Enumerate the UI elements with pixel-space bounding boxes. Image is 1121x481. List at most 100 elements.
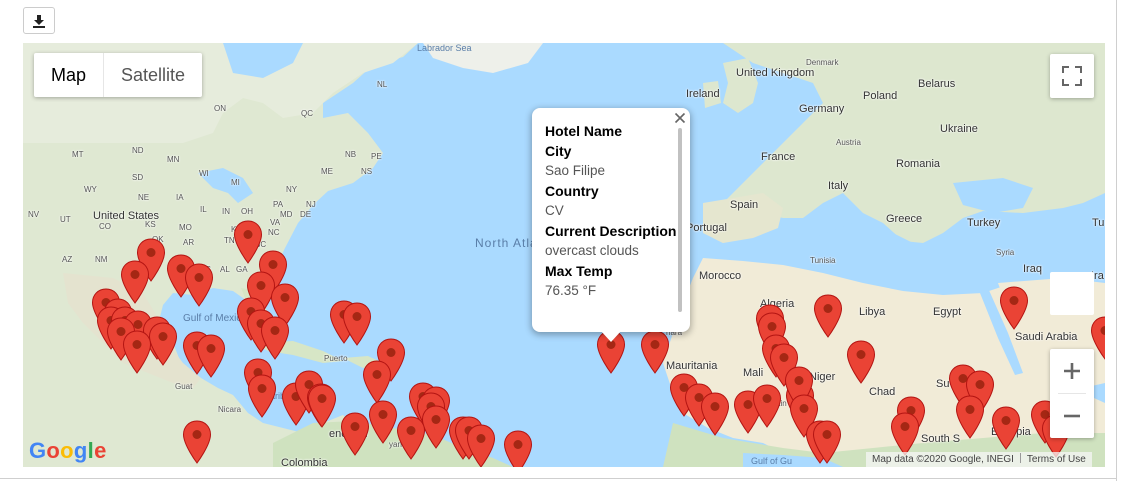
map-marker[interactable] <box>368 400 398 444</box>
map-marker[interactable] <box>196 334 226 378</box>
label-germany: Germany <box>799 103 845 115</box>
zoom-out-button[interactable] <box>1050 394 1094 438</box>
label-saudi-arabia: Saudi Arabia <box>1015 331 1078 343</box>
label-nb: NB <box>345 150 357 159</box>
map-marker[interactable] <box>700 392 730 436</box>
label-az: AZ <box>62 255 73 264</box>
map-marker[interactable] <box>991 406 1021 450</box>
plus-icon <box>1064 363 1080 379</box>
max-temp-value: 76.35 °F <box>545 283 597 298</box>
output-frame-bottom-border <box>0 478 1117 479</box>
map-marker[interactable] <box>260 316 290 360</box>
map-marker[interactable] <box>182 420 212 464</box>
hotel-name-label: Hotel Name <box>545 123 623 139</box>
minus-icon <box>1064 414 1080 418</box>
map-marker[interactable] <box>846 340 876 384</box>
label-tu: Tu <box>1092 217 1105 229</box>
label-turkey: Turkey <box>967 217 1001 229</box>
zoom-in-button[interactable] <box>1050 349 1094 393</box>
label-ks: KS <box>145 220 156 229</box>
label-sd: SD <box>132 173 144 182</box>
label-denmark: Denmark <box>806 58 839 67</box>
label-chad: Chad <box>869 386 896 398</box>
label-nd: ND <box>132 146 144 155</box>
country-label: Country <box>545 183 599 199</box>
label-ireland: Ireland <box>686 88 720 100</box>
download-icon <box>33 14 45 28</box>
city-value: Sao Filipe <box>545 163 606 178</box>
map-marker[interactable] <box>955 395 985 439</box>
label-poland: Poland <box>863 90 898 102</box>
map-marker[interactable] <box>640 330 670 374</box>
label-wi: WI <box>199 169 209 178</box>
label-il: IL <box>200 205 207 214</box>
label-mi: MI <box>231 178 240 187</box>
label-egypt: Egypt <box>933 306 962 318</box>
output-frame-right-border <box>1116 0 1117 481</box>
label-pa: PA <box>273 200 284 209</box>
map-marker[interactable] <box>122 330 152 374</box>
label-puerto-rico: Puerto <box>324 354 348 363</box>
label-md: MD <box>280 210 293 219</box>
map-marker[interactable] <box>503 430 533 467</box>
label-iraq: Iraq <box>1023 263 1042 275</box>
fullscreen-button[interactable] <box>1050 54 1094 98</box>
info-window-tail <box>600 330 622 342</box>
map-marker[interactable] <box>307 384 337 428</box>
label-on: ON <box>214 104 226 113</box>
label-mauritania: Mauritania <box>666 360 718 372</box>
label-gulf-of-guinea: Gulf of Gu <box>751 456 793 466</box>
label-nicaragua: Nicara <box>218 405 242 414</box>
terms-of-use-link[interactable]: Terms of Use <box>1027 454 1086 465</box>
max-temp-label: Max Temp <box>545 263 613 279</box>
map-marker[interactable] <box>342 302 372 346</box>
info-window: Hotel Name City Sao Filipe Country CV Cu… <box>532 108 690 342</box>
map-marker[interactable] <box>362 360 392 404</box>
download-button[interactable] <box>23 7 55 34</box>
info-window-scrollbar[interactable] <box>678 128 682 312</box>
label-oh: OH <box>241 207 253 216</box>
map-marker[interactable] <box>247 374 277 418</box>
street-view-control[interactable] <box>1050 272 1094 315</box>
label-guatemala: Guat <box>175 382 193 391</box>
label-nl: NL <box>377 80 388 89</box>
label-nm: NM <box>95 255 108 264</box>
map-marker[interactable] <box>466 424 496 467</box>
map-marker[interactable] <box>890 412 920 456</box>
label-italy: Italy <box>828 180 849 192</box>
map-data-attribution: Map data ©2020 Google, INEGI <box>872 454 1014 465</box>
label-de: DE <box>300 210 312 219</box>
label-in: IN <box>222 207 230 216</box>
map-marker[interactable] <box>396 416 426 460</box>
map-view[interactable]: Labrador Sea North Atlantic Ocean Gulf o… <box>23 43 1105 467</box>
label-ar: AR <box>183 238 195 247</box>
map-marker[interactable] <box>812 420 842 464</box>
description-label: Current Description <box>545 223 677 239</box>
map-marker[interactable] <box>340 412 370 456</box>
label-greece: Greece <box>886 213 923 225</box>
label-nv: NV <box>28 210 40 219</box>
label-pe: PE <box>371 152 382 161</box>
label-ut: UT <box>60 215 71 224</box>
map-marker[interactable] <box>184 263 214 307</box>
label-austria: Austria <box>836 138 861 147</box>
label-libya: Libya <box>859 306 886 318</box>
map-type-map-button[interactable]: Map <box>34 53 103 97</box>
map-marker[interactable] <box>752 384 782 428</box>
google-logo[interactable]: Google <box>29 438 107 464</box>
map-marker[interactable] <box>148 322 178 366</box>
label-ns: NS <box>361 167 373 176</box>
map-marker[interactable] <box>813 294 843 338</box>
label-morocco: Morocco <box>699 270 742 282</box>
label-va: VA <box>270 218 281 227</box>
map-marker[interactable] <box>999 286 1029 330</box>
description-value: overcast clouds <box>545 243 639 258</box>
label-ukraine: Ukraine <box>940 123 978 135</box>
map-type-satellite-button[interactable]: Satellite <box>104 53 202 97</box>
map-type-control: Map Satellite <box>34 53 203 97</box>
info-window-content: Hotel Name City Sao Filipe Country CV Cu… <box>545 121 676 301</box>
country-value: CV <box>545 203 564 218</box>
label-wy: WY <box>84 185 97 194</box>
label-mn: MN <box>167 155 180 164</box>
label-al: AL <box>220 265 230 274</box>
